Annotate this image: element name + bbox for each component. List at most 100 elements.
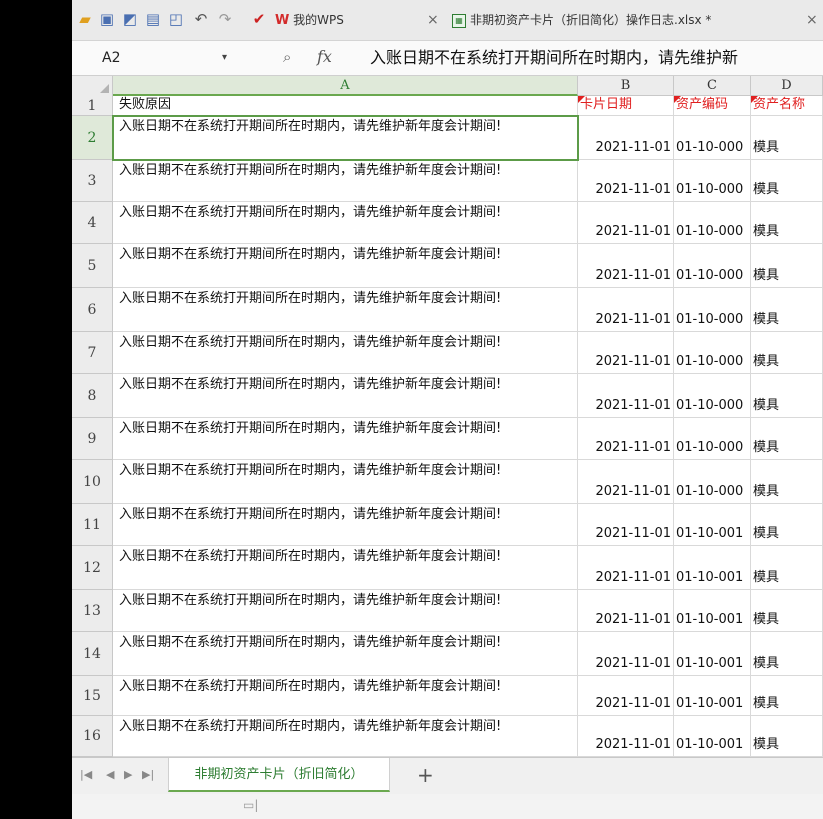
row-header[interactable]: 1 xyxy=(72,96,113,116)
cell-asset-name[interactable]: 模具 xyxy=(751,374,823,418)
first-sheet-icon[interactable]: |◀ xyxy=(80,768,92,781)
row-header[interactable]: 5 xyxy=(72,244,113,288)
cell-asset-code[interactable]: 01-10-001 xyxy=(674,590,751,632)
print-preview-icon[interactable]: ◰ xyxy=(167,10,185,28)
cell-reason[interactable]: 入账日期不在系统打开期间所在时期内，请先维护新年度会计期间! xyxy=(113,244,578,288)
tab-my-wps[interactable]: W 我的WPS xyxy=(275,10,344,30)
row-header[interactable]: 2 xyxy=(72,116,113,160)
cell-asset-code[interactable]: 01-10-000 xyxy=(674,116,751,160)
row-header[interactable]: 4 xyxy=(72,202,113,244)
cell-header-asset-name[interactable]: 资产名称 xyxy=(751,96,823,116)
cell-asset-code[interactable]: 01-10-000 xyxy=(674,332,751,374)
cell-reason[interactable]: 入账日期不在系统打开期间所在时期内，请先维护新年度会计期间! xyxy=(113,116,578,160)
row-header[interactable]: 16 xyxy=(72,716,113,757)
cell-asset-code[interactable]: 01-10-000 xyxy=(674,460,751,504)
cell-asset-name[interactable]: 模具 xyxy=(751,288,823,332)
cell-asset-name[interactable]: 模具 xyxy=(751,460,823,504)
cell-asset-code[interactable]: 01-10-000 xyxy=(674,244,751,288)
cell-card-date[interactable]: 2021-11-01 xyxy=(578,374,674,418)
customize-icon[interactable]: ✔ xyxy=(250,10,268,28)
tab-document[interactable]: ▦ 非期初资产卡片（折旧简化）操作日志.xlsx * xyxy=(452,10,711,30)
cell-card-date[interactable]: 2021-11-01 xyxy=(578,590,674,632)
cell-card-date[interactable]: 2021-11-01 xyxy=(578,504,674,546)
cell-card-date[interactable]: 2021-11-01 xyxy=(578,332,674,374)
cell-asset-code[interactable]: 01-10-001 xyxy=(674,546,751,590)
row-header[interactable]: 14 xyxy=(72,632,113,676)
cell-asset-name[interactable]: 模具 xyxy=(751,676,823,716)
cell-reason[interactable]: 入账日期不在系统打开期间所在时期内，请先维护新年度会计期间! xyxy=(113,590,578,632)
search-icon[interactable]: ⌕ xyxy=(283,48,291,66)
cell-asset-name[interactable]: 模具 xyxy=(751,590,823,632)
open-folder-icon[interactable]: ▰ xyxy=(76,10,94,28)
row-header[interactable]: 11 xyxy=(72,504,113,546)
row-header[interactable]: 10 xyxy=(72,460,113,504)
cell-card-date[interactable]: 2021-11-01 xyxy=(578,116,674,160)
cell-reason[interactable]: 入账日期不在系统打开期间所在时期内，请先维护新年度会计期间! xyxy=(113,460,578,504)
cell-reason[interactable]: 入账日期不在系统打开期间所在时期内，请先维护新年度会计期间! xyxy=(113,632,578,676)
cell-asset-name[interactable]: 模具 xyxy=(751,504,823,546)
row-header[interactable]: 15 xyxy=(72,676,113,716)
cell-card-date[interactable]: 2021-11-01 xyxy=(578,676,674,716)
row-header[interactable]: 6 xyxy=(72,288,113,332)
column-header-b[interactable]: B xyxy=(578,76,674,96)
cell-card-date[interactable]: 2021-11-01 xyxy=(578,288,674,332)
row-header[interactable]: 12 xyxy=(72,546,113,590)
close-tab-document-button[interactable]: × xyxy=(806,10,818,30)
name-box[interactable]: A2 xyxy=(102,47,162,69)
cell-card-date[interactable]: 2021-11-01 xyxy=(578,244,674,288)
row-header[interactable]: 8 xyxy=(72,374,113,418)
sheet-tab-active[interactable]: 非期初资产卡片（折旧简化） xyxy=(168,758,390,792)
name-box-dropdown-icon[interactable]: ▾ xyxy=(222,47,227,69)
column-header-c[interactable]: C xyxy=(674,76,751,96)
row-header[interactable]: 13 xyxy=(72,590,113,632)
cell-header-reason[interactable]: 失败原因 xyxy=(113,96,578,116)
cell-asset-name[interactable]: 模具 xyxy=(751,716,823,757)
cell-asset-code[interactable]: 01-10-001 xyxy=(674,676,751,716)
prev-sheet-icon[interactable]: ◀ xyxy=(106,768,114,781)
cell-reason[interactable]: 入账日期不在系统打开期间所在时期内，请先维护新年度会计期间! xyxy=(113,504,578,546)
row-header[interactable]: 7 xyxy=(72,332,113,374)
cell-card-date[interactable]: 2021-11-01 xyxy=(578,546,674,590)
save-icon[interactable]: ▣ xyxy=(98,10,116,28)
insert-function-icon[interactable]: fx xyxy=(317,47,332,66)
cell-asset-code[interactable]: 01-10-000 xyxy=(674,202,751,244)
close-tab-my-wps-button[interactable]: × xyxy=(427,10,439,30)
row-header[interactable]: 9 xyxy=(72,418,113,460)
cell-asset-name[interactable]: 模具 xyxy=(751,332,823,374)
cell-reason[interactable]: 入账日期不在系统打开期间所在时期内，请先维护新年度会计期间! xyxy=(113,288,578,332)
cell-asset-code[interactable]: 01-10-001 xyxy=(674,632,751,676)
row-header[interactable]: 3 xyxy=(72,160,113,202)
cell-asset-code[interactable]: 01-10-000 xyxy=(674,374,751,418)
add-sheet-button[interactable]: + xyxy=(417,762,434,788)
cell-asset-name[interactable]: 模具 xyxy=(751,202,823,244)
cell-asset-code[interactable]: 01-10-000 xyxy=(674,288,751,332)
cell-reason[interactable]: 入账日期不在系统打开期间所在时期内，请先维护新年度会计期间! xyxy=(113,332,578,374)
cell-edit-icon[interactable]: ▭| xyxy=(243,798,258,812)
cell-asset-name[interactable]: 模具 xyxy=(751,418,823,460)
cell-asset-name[interactable]: 模具 xyxy=(751,546,823,590)
next-sheet-icon[interactable]: ▶ xyxy=(124,768,132,781)
cell-reason[interactable]: 入账日期不在系统打开期间所在时期内，请先维护新年度会计期间! xyxy=(113,374,578,418)
export-icon[interactable]: ◩ xyxy=(121,10,139,28)
redo-icon[interactable]: ↷ xyxy=(216,10,234,28)
cell-card-date[interactable]: 2021-11-01 xyxy=(578,632,674,676)
cell-asset-code[interactable]: 01-10-001 xyxy=(674,504,751,546)
formula-input[interactable]: 入账日期不在系统打开期间所在时期内，请先维护新 xyxy=(370,47,738,69)
cell-asset-name[interactable]: 模具 xyxy=(751,244,823,288)
cell-header-asset-code[interactable]: 资产编码 xyxy=(674,96,751,116)
cell-card-date[interactable]: 2021-11-01 xyxy=(578,160,674,202)
cell-card-date[interactable]: 2021-11-01 xyxy=(578,716,674,757)
cell-asset-code[interactable]: 01-10-000 xyxy=(674,160,751,202)
select-all-corner[interactable] xyxy=(72,76,113,97)
cell-asset-name[interactable]: 模具 xyxy=(751,116,823,160)
cell-asset-code[interactable]: 01-10-001 xyxy=(674,716,751,757)
cell-reason[interactable]: 入账日期不在系统打开期间所在时期内，请先维护新年度会计期间! xyxy=(113,160,578,202)
cell-card-date[interactable]: 2021-11-01 xyxy=(578,418,674,460)
cell-card-date[interactable]: 2021-11-01 xyxy=(578,202,674,244)
cell-reason[interactable]: 入账日期不在系统打开期间所在时期内，请先维护新年度会计期间! xyxy=(113,418,578,460)
cell-header-card-date[interactable]: 卡片日期 xyxy=(578,96,674,116)
cell-asset-name[interactable]: 模具 xyxy=(751,632,823,676)
cell-reason[interactable]: 入账日期不在系统打开期间所在时期内，请先维护新年度会计期间! xyxy=(113,716,578,757)
cell-reason[interactable]: 入账日期不在系统打开期间所在时期内，请先维护新年度会计期间! xyxy=(113,202,578,244)
cell-reason[interactable]: 入账日期不在系统打开期间所在时期内，请先维护新年度会计期间! xyxy=(113,546,578,590)
